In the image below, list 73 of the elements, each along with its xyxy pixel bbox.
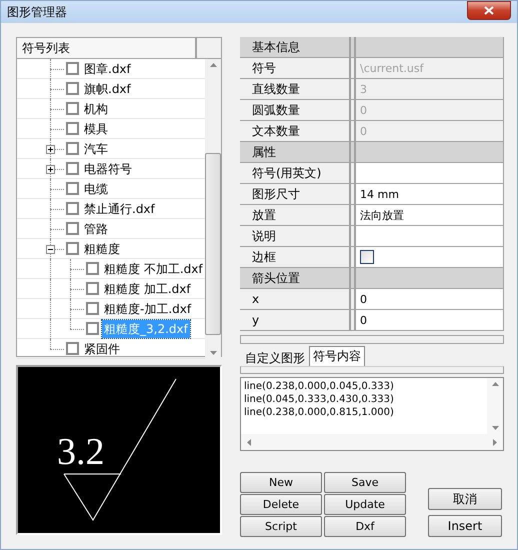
code-line: line(0.238,0.000,0.815,1.000) — [244, 406, 395, 419]
scroll-up-icon[interactable] — [210, 63, 216, 67]
dialog-button[interactable]: Insert — [428, 515, 502, 537]
collapse-icon[interactable] — [46, 244, 55, 254]
tree-item[interactable]: 粗糙度 — [82, 240, 122, 258]
section-header: 属性 — [240, 142, 356, 162]
action-button[interactable]: Dxf — [324, 516, 406, 537]
checkbox[interactable] — [66, 122, 79, 135]
scroll-right-icon[interactable] — [493, 438, 497, 446]
action-button[interactable]: Save — [324, 472, 406, 493]
property-value[interactable]: 14 mm — [356, 184, 503, 204]
section-header: 箭头位置 — [240, 268, 356, 288]
content-text-area[interactable]: line(0.238,0.000,0.045,0.333) line(0.045,0.333,0.430,0.333) line(0.238,0.000,0.815,1.000) — [240, 377, 504, 451]
tree-item[interactable]: 汽车 — [82, 140, 110, 158]
scroll-up-icon[interactable] — [492, 382, 498, 386]
tree-item[interactable]: 模具 — [82, 120, 110, 138]
value-text: \current.usf — [360, 62, 424, 74]
expand-icon[interactable] — [46, 164, 55, 174]
tree-item[interactable]: 粗糙度 加工.dxf — [102, 280, 193, 298]
section-header: 基本信息 — [240, 37, 356, 57]
action-button[interactable]: Update — [324, 494, 406, 515]
tree-item[interactable]: 禁止通行.dxf — [82, 200, 157, 218]
checkbox[interactable] — [86, 322, 99, 335]
property-value[interactable]: 0 — [356, 289, 503, 309]
checkbox[interactable] — [86, 282, 99, 295]
scrollbar[interactable] — [240, 335, 504, 344]
checkbox[interactable] — [66, 242, 79, 255]
tree-item[interactable]: 紧固件 — [82, 340, 122, 358]
value-text: 14 mm — [360, 188, 399, 200]
tree-item[interactable]: 图章.dxf — [82, 60, 133, 78]
tree-item[interactable]: 旗帜.dxf — [82, 80, 133, 98]
roughness-value: 3.2 — [57, 431, 104, 473]
scroll-left-icon[interactable] — [247, 438, 251, 446]
action-button[interactable]: Script — [240, 516, 322, 537]
property-value[interactable]: 0 — [356, 310, 503, 330]
close-icon — [484, 6, 494, 15]
scroll-down-icon[interactable] — [492, 426, 498, 430]
checkbox[interactable] — [360, 250, 374, 264]
tree-item[interactable]: 管路 — [82, 220, 110, 238]
close-button[interactable] — [467, 1, 511, 20]
scroll-down-icon[interactable] — [210, 351, 216, 355]
value-text: 法向放置 — [360, 208, 404, 222]
action-button[interactable]: New — [240, 472, 322, 493]
checkbox[interactable] — [66, 222, 79, 235]
tree-item[interactable]: 电器符号 — [82, 160, 134, 178]
checkbox[interactable] — [66, 162, 79, 175]
tree-item[interactable]: 电缆 — [82, 180, 110, 198]
checkbox[interactable] — [66, 82, 79, 95]
dialog-button[interactable]: 取消 — [428, 488, 502, 510]
value-text: 0 — [360, 124, 367, 138]
checkbox[interactable] — [66, 62, 79, 75]
checkbox[interactable] — [66, 142, 79, 155]
expand-icon[interactable] — [46, 144, 55, 154]
tree-item[interactable]: 粗糙度 不加工.dxf — [102, 260, 205, 278]
value-text: 3 — [360, 82, 367, 96]
checkbox[interactable] — [66, 182, 79, 195]
action-button[interactable]: Delete — [240, 494, 322, 515]
checkbox[interactable] — [86, 302, 99, 315]
code-line: line(0.045,0.333,0.430,0.333) — [244, 393, 395, 406]
checkbox[interactable] — [66, 342, 79, 355]
checkbox[interactable] — [66, 102, 79, 115]
scrollbar-thumb[interactable] — [205, 153, 221, 335]
property-value[interactable]: 法向放置 — [356, 205, 503, 225]
value-text: 0 — [360, 292, 367, 306]
tree-item[interactable]: 机构 — [82, 100, 110, 118]
checkbox[interactable] — [66, 202, 79, 215]
value-text: 0 — [360, 314, 367, 326]
window-title: 图形管理器 — [7, 4, 67, 20]
checkbox[interactable] — [86, 262, 99, 275]
value-text: 0 — [360, 104, 367, 116]
tab[interactable]: 符号内容 — [309, 346, 365, 366]
code-line: line(0.238,0.000,0.045,0.333) — [244, 380, 395, 393]
tree-item[interactable]: 粗糙度-加工.dxf — [102, 300, 194, 318]
